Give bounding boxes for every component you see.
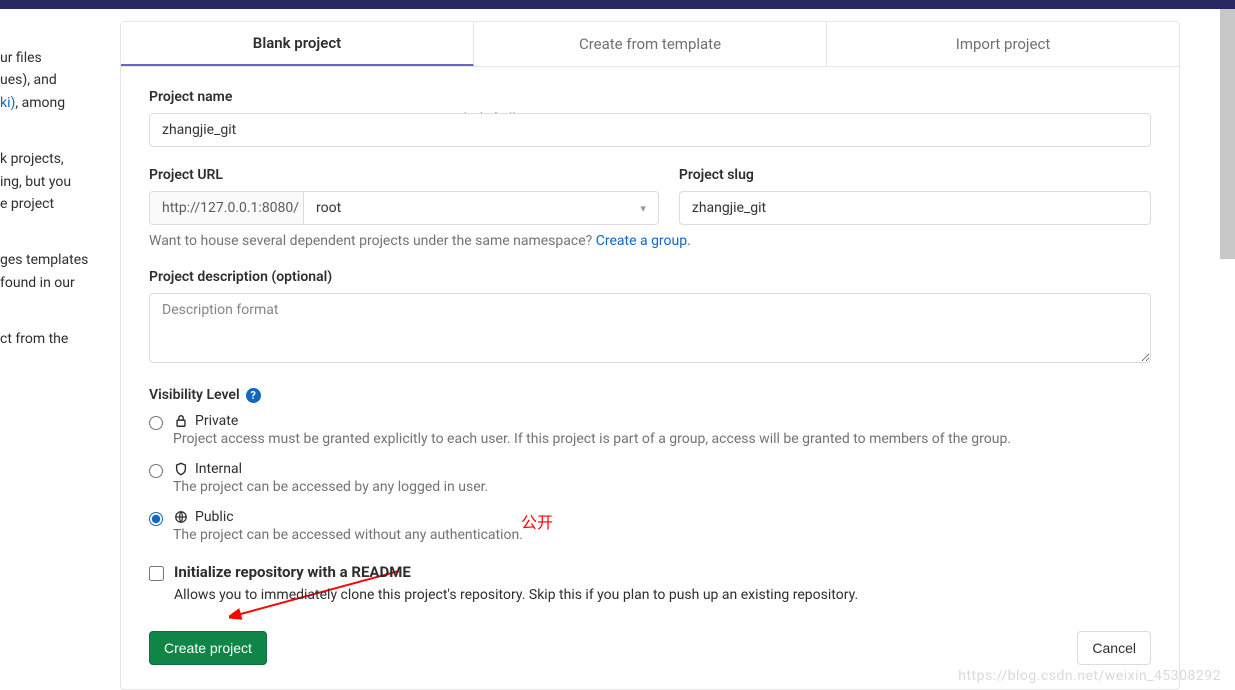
namespace-hint: Want to house several dependent projects… (149, 233, 1151, 249)
help-text-fragment: found in our (0, 272, 120, 294)
help-text-fragment: ur files (0, 47, 120, 69)
help-text-fragment: ges templates (0, 249, 120, 271)
project-description-input[interactable] (149, 293, 1151, 363)
initialize-readme-checkbox[interactable] (149, 566, 164, 581)
visibility-public-desc: The project can be accessed without any … (173, 527, 1151, 543)
top-nav-bar (0, 0, 1235, 9)
project-url-label: Project URL (149, 167, 659, 183)
namespace-select[interactable]: root ▾ (304, 191, 659, 225)
globe-icon (173, 509, 189, 525)
help-text-fragment: ct from the (0, 328, 120, 350)
help-text-fragment: ues), and (0, 69, 120, 91)
project-url-prefix: http://127.0.0.1:8080/ (149, 191, 304, 225)
create-project-button[interactable]: Create project (149, 631, 267, 665)
project-type-tabs: Blank project Create from template Impor… (121, 22, 1179, 67)
help-text-fragment: ing, but you (0, 171, 120, 193)
initialize-readme-label: Initialize repository with a README (174, 563, 411, 581)
help-icon[interactable]: ? (246, 388, 261, 403)
visibility-private-title: Private (195, 413, 238, 429)
left-help-panel: ur files ues), and ki), among k projects… (0, 9, 120, 690)
visibility-public-title: Public (195, 509, 234, 525)
visibility-label: Visibility Level (149, 387, 240, 403)
project-slug-label: Project slug (679, 167, 1151, 183)
namespace-selected-value: root (316, 200, 341, 216)
visibility-public-radio[interactable] (149, 512, 163, 526)
visibility-private-radio[interactable] (149, 416, 163, 430)
help-text-fragment: ki), among (0, 92, 120, 114)
scrollbar-thumb[interactable] (1220, 9, 1235, 259)
shield-icon (173, 461, 189, 477)
tab-import-project[interactable]: Import project (827, 22, 1179, 66)
wiki-link[interactable]: ki) (0, 95, 15, 111)
cancel-button[interactable]: Cancel (1077, 631, 1151, 665)
visibility-internal-title: Internal (195, 461, 242, 477)
lock-icon (173, 413, 189, 429)
chevron-down-icon: ▾ (640, 202, 646, 215)
new-project-card: Blank project Create from template Impor… (120, 21, 1180, 690)
project-slug-input[interactable] (679, 191, 1151, 225)
tab-create-from-template[interactable]: Create from template (474, 22, 827, 66)
visibility-internal-radio[interactable] (149, 464, 163, 478)
tab-blank-project[interactable]: Blank project (121, 22, 474, 66)
visibility-private-desc: Project access must be granted explicitl… (173, 431, 1151, 447)
project-name-label: Project name (149, 89, 1151, 105)
initialize-readme-desc: Allows you to immediately clone this pro… (174, 587, 1151, 603)
create-group-link[interactable]: Create a group. (596, 233, 691, 249)
project-description-label: Project description (optional) (149, 269, 1151, 285)
help-text-fragment: e project (0, 193, 120, 215)
help-text-fragment: k projects, (0, 148, 120, 170)
project-name-input[interactable] (149, 113, 1151, 147)
visibility-internal-desc: The project can be accessed by any logge… (173, 479, 1151, 495)
